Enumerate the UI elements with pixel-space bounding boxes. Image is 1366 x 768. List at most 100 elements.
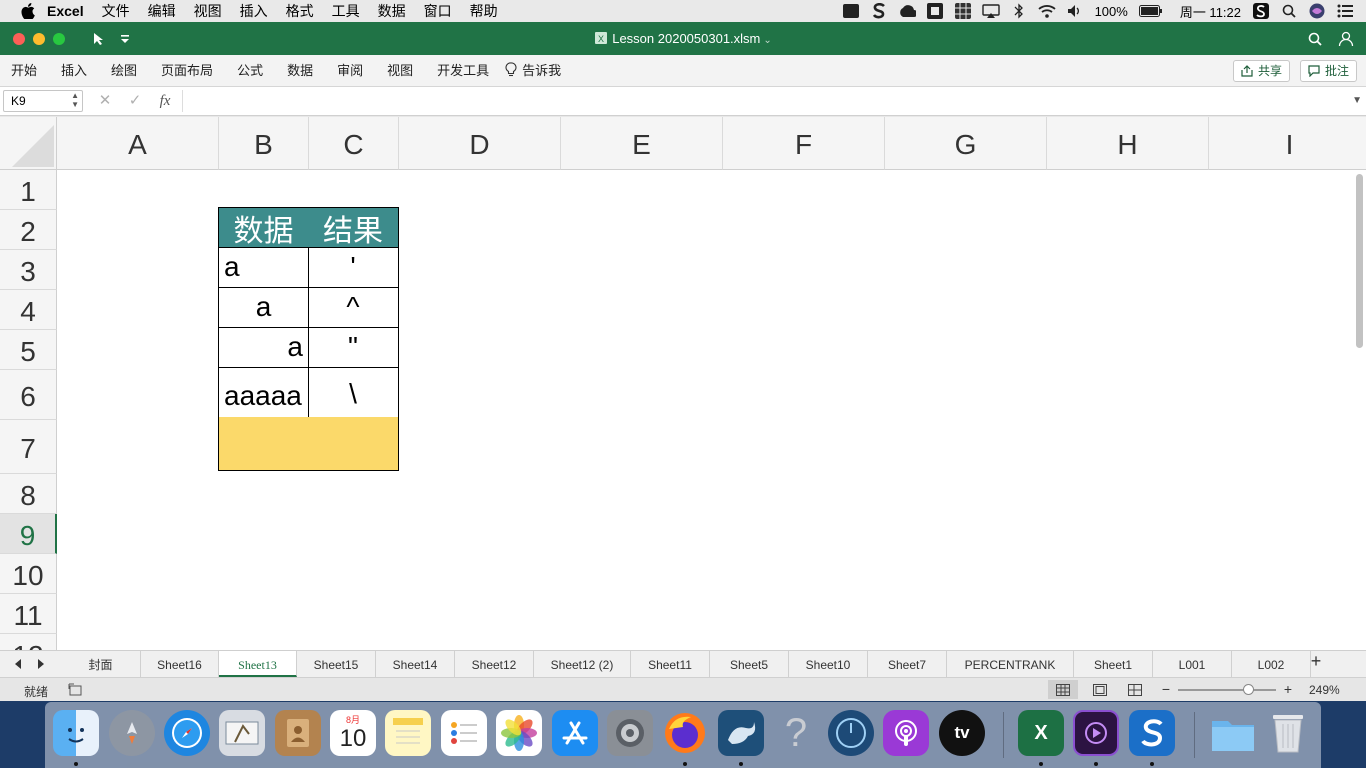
menu-window[interactable]: 窗口: [415, 0, 461, 22]
zoom-slider[interactable]: [1178, 684, 1276, 695]
system-preferences-icon[interactable]: [607, 710, 653, 756]
sheet-tab-sheet10[interactable]: Sheet10: [789, 651, 868, 677]
tab-home[interactable]: 开始: [0, 55, 49, 87]
mail-icon[interactable]: [219, 710, 265, 756]
finder-icon[interactable]: [53, 710, 99, 756]
row-header-6[interactable]: 6: [0, 370, 57, 420]
cancel-entry-icon[interactable]: ✕: [95, 92, 115, 110]
cloud-icon[interactable]: [898, 3, 916, 19]
zoom-slider-thumb[interactable]: [1243, 684, 1254, 695]
row-header-2[interactable]: 2: [0, 210, 57, 250]
podcasts-icon[interactable]: [883, 710, 929, 756]
battery-percent[interactable]: 100%: [1095, 4, 1128, 19]
result-cell-c4[interactable]: ^: [308, 287, 399, 328]
screen-capture-icon[interactable]: [926, 3, 944, 19]
downloads-folder-icon[interactable]: [1210, 710, 1256, 756]
sheet-tab-sheet13[interactable]: Sheet13: [219, 651, 297, 677]
menu-help[interactable]: 帮助: [461, 0, 507, 22]
formula-input[interactable]: [182, 90, 1346, 112]
help-icon[interactable]: ?: [773, 710, 819, 756]
menu-view[interactable]: 视图: [185, 0, 231, 22]
title-chevron-down-icon[interactable]: ⌄: [763, 35, 771, 46]
sheet-tab-sheet16[interactable]: Sheet16: [141, 651, 219, 677]
row-header-12[interactable]: 12: [0, 634, 57, 650]
tab-insert[interactable]: 插入: [49, 55, 99, 87]
sheet-tab-sheet11[interactable]: Sheet11: [631, 651, 710, 677]
zoom-level[interactable]: 249%: [1309, 683, 1340, 697]
row-header-10[interactable]: 10: [0, 554, 57, 594]
row-header-7[interactable]: 7: [0, 420, 57, 474]
wifi-icon[interactable]: [1037, 3, 1056, 19]
app-store-icon[interactable]: [552, 710, 598, 756]
add-sheet-icon[interactable]: +: [1309, 651, 1323, 671]
confirm-entry-icon[interactable]: ✓: [125, 92, 145, 110]
highlight-cell-b7[interactable]: [218, 417, 309, 471]
snagit-menu-icon[interactable]: [870, 3, 888, 19]
row-header-3[interactable]: 3: [0, 250, 57, 290]
column-header-g[interactable]: G: [885, 117, 1047, 170]
notes-icon[interactable]: [385, 710, 431, 756]
name-box[interactable]: K9 ▲ ▼: [3, 90, 83, 112]
menu-format[interactable]: 格式: [277, 0, 323, 22]
tab-page-layout[interactable]: 页面布局: [149, 55, 225, 87]
column-header-c[interactable]: C: [309, 117, 399, 170]
header-cell-result[interactable]: 结果: [308, 207, 399, 248]
tell-me-search[interactable]: 告诉我: [501, 55, 573, 87]
row-header-9[interactable]: 9: [0, 514, 57, 554]
screen-recorder-icon[interactable]: [1073, 710, 1119, 756]
row-header-11[interactable]: 11: [0, 594, 57, 634]
menubar-clock[interactable]: 周一 11:22: [1180, 2, 1241, 21]
input-source-icon[interactable]: [842, 3, 860, 19]
comments-button[interactable]: 批注: [1300, 60, 1358, 82]
row-header-8[interactable]: 8: [0, 474, 57, 514]
search-icon[interactable]: [1306, 30, 1324, 48]
row-header-1[interactable]: 1: [0, 170, 57, 210]
column-header-e[interactable]: E: [561, 117, 723, 170]
column-header-f[interactable]: F: [723, 117, 885, 170]
data-cell-b4[interactable]: a: [218, 287, 309, 328]
result-cell-c3[interactable]: ': [308, 247, 399, 288]
column-header-b[interactable]: B: [219, 117, 309, 170]
highlight-cell-c7[interactable]: [308, 417, 399, 471]
zoom-out-icon[interactable]: −: [1158, 681, 1174, 697]
expand-formula-bar-icon[interactable]: ▼: [1352, 95, 1362, 106]
vertical-scrollbar[interactable]: [1356, 174, 1363, 348]
sheet-tab-sheet5[interactable]: Sheet5: [710, 651, 789, 677]
launchpad-icon[interactable]: [109, 710, 155, 756]
tab-draw[interactable]: 绘图: [99, 55, 149, 87]
tab-developer[interactable]: 开发工具: [425, 55, 501, 87]
column-header-h[interactable]: H: [1047, 117, 1209, 170]
menu-data[interactable]: 数据: [369, 0, 415, 22]
select-all-corner[interactable]: [0, 117, 57, 170]
menu-tools[interactable]: 工具: [323, 0, 369, 22]
mysql-workbench-icon[interactable]: [718, 710, 764, 756]
column-header-a[interactable]: A: [57, 117, 219, 170]
notification-center-icon[interactable]: [1336, 3, 1354, 19]
tab-view[interactable]: 视图: [375, 55, 425, 87]
previous-sheet-arrow-icon[interactable]: [11, 657, 25, 671]
menu-file[interactable]: 文件: [93, 0, 139, 22]
volume-icon[interactable]: [1066, 3, 1084, 19]
row-header-5[interactable]: 5: [0, 330, 57, 370]
column-header-d[interactable]: D: [399, 117, 561, 170]
apple-menu-icon[interactable]: [18, 0, 38, 22]
sheet-tab-sheet12[interactable]: Sheet12: [455, 651, 534, 677]
data-cell-b6[interactable]: aaaaa: [218, 367, 309, 418]
tab-review[interactable]: 审阅: [325, 55, 375, 87]
tab-data[interactable]: 数据: [275, 55, 325, 87]
reminders-icon[interactable]: [441, 710, 487, 756]
sheet-tab-cover[interactable]: 封面: [61, 651, 141, 677]
name-box-stepper-icon[interactable]: ▲ ▼: [71, 91, 79, 109]
grid-app-icon[interactable]: [954, 3, 972, 19]
sheet-tab-sheet1[interactable]: Sheet1: [1074, 651, 1153, 677]
normal-view-icon[interactable]: [1048, 680, 1078, 699]
sheet-tab-sheet14[interactable]: Sheet14: [376, 651, 455, 677]
spotlight-search-icon[interactable]: [1280, 3, 1298, 19]
contacts-icon[interactable]: [275, 710, 321, 756]
photos-icon[interactable]: [496, 710, 542, 756]
macro-record-icon[interactable]: [67, 682, 83, 697]
tab-formulas[interactable]: 公式: [225, 55, 275, 87]
siri-icon[interactable]: [1308, 3, 1326, 19]
result-cell-c6[interactable]: \: [308, 367, 399, 418]
snagit-capture-icon[interactable]: [1252, 3, 1270, 19]
